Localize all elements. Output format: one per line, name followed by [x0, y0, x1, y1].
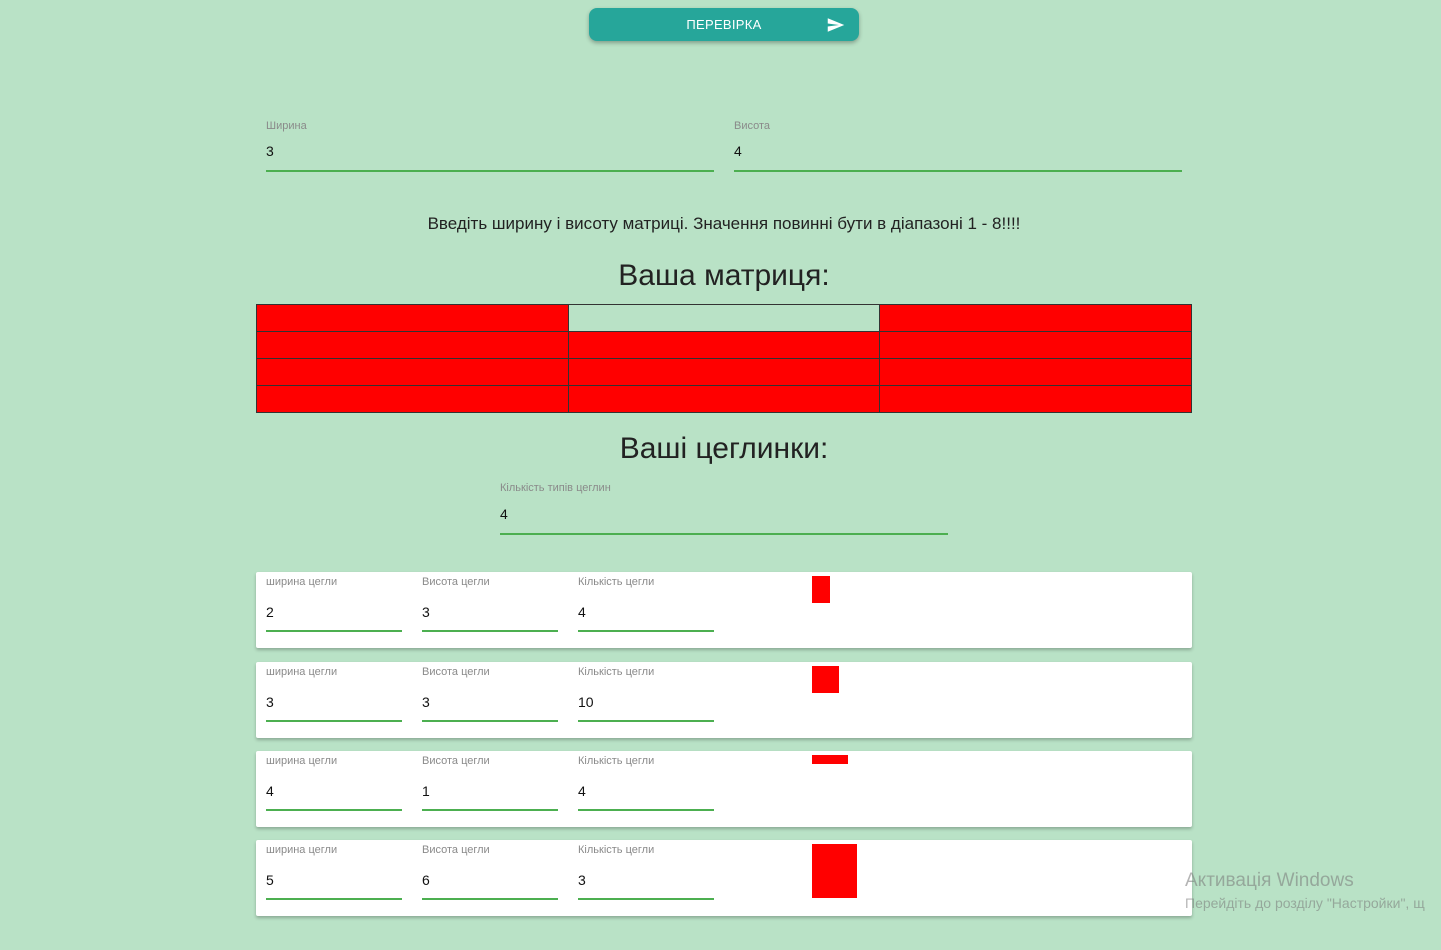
brick-width-underline: [266, 898, 402, 900]
brick-height-value[interactable]: 3: [422, 604, 430, 620]
watermark-title: Активація Windows: [1185, 870, 1354, 891]
matrix-cell: [567, 304, 881, 332]
matrix-cell: [879, 331, 1192, 359]
windows-activation-watermark: Активація Windows Перейдіть до розділу "…: [1185, 870, 1425, 911]
brick-preview: [812, 576, 830, 603]
brick-count-field[interactable]: Кількість цегли 10: [578, 666, 714, 722]
matrix-cell: [567, 358, 881, 386]
matrix-width-label: Ширина: [266, 120, 307, 132]
brick-count-underline: [578, 898, 714, 900]
matrix-cell: [256, 304, 569, 332]
matrix-width-field[interactable]: Ширина 3: [266, 120, 714, 172]
send-icon: [827, 18, 845, 32]
brick-count-underline: [578, 630, 714, 632]
matrix-cell: [256, 331, 569, 359]
brick-types-field[interactable]: Кількість типів цеглин 4: [500, 482, 948, 535]
brick-width-label: ширина цегли: [266, 755, 338, 767]
brick-width-field[interactable]: ширина цегли 2: [266, 576, 402, 632]
brick-width-label: ширина цегли: [266, 844, 338, 856]
matrix-row: [256, 331, 1192, 359]
brick-preview: [812, 666, 839, 693]
matrix-height-underline: [734, 170, 1182, 172]
watermark-subtitle: Перейдіть до розділу "Настройки", щ: [1185, 895, 1425, 911]
brick-count-field[interactable]: Кількість цегли 3: [578, 844, 714, 900]
brick-count-field[interactable]: Кількість цегли 4: [578, 576, 714, 632]
matrix-cell: [567, 385, 881, 413]
brick-height-underline: [422, 898, 558, 900]
brick-height-field[interactable]: Висота цегли 6: [422, 844, 558, 900]
brick-card: ширина цегли 2 Висота цегли 3 Кількість цегл…: [256, 572, 1192, 648]
page: ПЕРЕВІРКА Ширина 3 Висота 4 Введіть шири…: [0, 0, 1441, 950]
brick-width-field[interactable]: ширина цегли 3: [266, 666, 402, 722]
brick-height-field[interactable]: Висота цегли 3: [422, 666, 558, 722]
brick-count-label: Кількість цегли: [578, 844, 655, 856]
brick-count-label: Кількість цегли: [578, 755, 655, 767]
brick-count-value[interactable]: 10: [578, 694, 594, 710]
brick-height-label: Висота цегли: [422, 844, 490, 856]
matrix-cell: [256, 358, 569, 386]
matrix-cell: [256, 385, 569, 413]
brick-width-value[interactable]: 3: [266, 694, 274, 710]
brick-width-field[interactable]: ширина цегли 5: [266, 844, 402, 900]
brick-width-value[interactable]: 5: [266, 872, 274, 888]
bricks-heading: Ваші цеглинки:: [619, 432, 829, 465]
matrix-width-value[interactable]: 3: [266, 143, 274, 159]
brick-card: ширина цегли 3 Висота цегли 3 Кількість цегл…: [256, 662, 1192, 738]
brick-types-label: Кількість типів цеглин: [500, 482, 611, 494]
matrix-height-label: Висота: [734, 120, 771, 132]
matrix-row: [256, 358, 1192, 386]
brick-preview: [812, 755, 848, 764]
brick-width-value[interactable]: 4: [266, 783, 274, 799]
brick-height-value[interactable]: 1: [422, 783, 430, 799]
brick-height-label: Висота цегли: [422, 755, 490, 767]
matrix-cell: [879, 385, 1192, 413]
brick-width-field[interactable]: ширина цегли 4: [266, 755, 402, 811]
brick-types-underline: [500, 533, 948, 535]
brick-width-label: ширина цегли: [266, 576, 338, 588]
brick-types-value[interactable]: 4: [500, 506, 508, 522]
brick-count-label: Кількість цегли: [578, 576, 655, 588]
matrix-hint: Введіть ширину і висоту матриці. Значенн…: [427, 214, 1021, 233]
brick-width-underline: [266, 809, 402, 811]
matrix-row: [256, 385, 1192, 413]
matrix-grid: [256, 304, 1192, 413]
matrix-cell: [567, 331, 881, 359]
brick-height-label: Висота цегли: [422, 666, 490, 678]
check-button-label: ПЕРЕВІРКА: [686, 17, 762, 32]
matrix-width-underline: [266, 170, 714, 172]
brick-height-value[interactable]: 3: [422, 694, 430, 710]
matrix-row: [256, 304, 1192, 332]
brick-height-underline: [422, 630, 558, 632]
brick-height-underline: [422, 809, 558, 811]
brick-preview: [812, 844, 857, 898]
brick-card: ширина цегли 5 Висота цегли 6 Кількість цегл…: [256, 840, 1192, 916]
brick-count-value[interactable]: 4: [578, 783, 586, 799]
brick-card: ширина цегли 4 Висота цегли 1 Кількість цегл…: [256, 751, 1192, 827]
brick-count-label: Кількість цегли: [578, 666, 655, 678]
brick-height-field[interactable]: Висота цегли 1: [422, 755, 558, 811]
brick-width-underline: [266, 720, 402, 722]
brick-count-underline: [578, 809, 714, 811]
brick-width-label: ширина цегли: [266, 666, 338, 678]
matrix-heading: Ваша матриця:: [618, 259, 830, 292]
brick-width-value[interactable]: 2: [266, 604, 274, 620]
brick-count-field[interactable]: Кількість цегли 4: [578, 755, 714, 811]
brick-count-value[interactable]: 3: [578, 872, 586, 888]
matrix-cell: [879, 304, 1192, 332]
check-button[interactable]: ПЕРЕВІРКА: [589, 8, 859, 41]
matrix-height-value[interactable]: 4: [734, 143, 742, 159]
brick-count-underline: [578, 720, 714, 722]
brick-height-label: Висота цегли: [422, 576, 490, 588]
brick-width-underline: [266, 630, 402, 632]
matrix-cell: [879, 358, 1192, 386]
brick-height-value[interactable]: 6: [422, 872, 430, 888]
brick-height-underline: [422, 720, 558, 722]
brick-count-value[interactable]: 4: [578, 604, 586, 620]
matrix-height-field[interactable]: Висота 4: [734, 120, 1182, 172]
brick-height-field[interactable]: Висота цегли 3: [422, 576, 558, 632]
